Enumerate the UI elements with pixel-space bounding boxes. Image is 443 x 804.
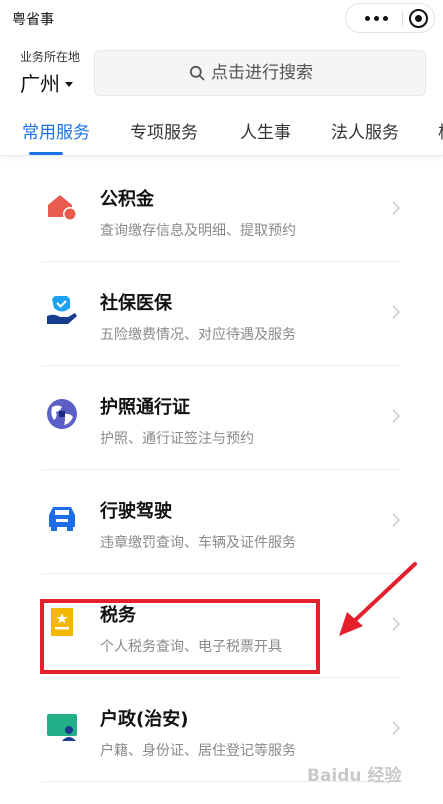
tab-life-events[interactable]: 人生事	[240, 118, 291, 143]
capsule-divider	[402, 11, 403, 26]
service-item-social-security[interactable]: 社保医保 五险缴费情况、对应待遇及服务	[42, 262, 400, 366]
chevron-right-icon	[392, 201, 400, 215]
service-title: 社保医保	[100, 293, 172, 314]
service-item-driving[interactable]: 行驶驾驶 违章缴罚查询、车辆及证件服务	[42, 470, 400, 574]
service-desc: 护照、通行证签注与预约	[100, 431, 254, 447]
service-title: 户政(治安)	[100, 709, 189, 730]
service-title: 行驶驾驶	[100, 501, 172, 522]
house-fund-icon	[48, 195, 77, 221]
top-bar: 粤省事	[0, 0, 443, 38]
service-desc: 违章缴罚查询、车辆及证件服务	[100, 535, 296, 551]
car-icon	[49, 507, 75, 531]
service-item-housing-fund[interactable]: 公积金 查询缴存信息及明细、提取预约	[42, 158, 400, 262]
tab-common-services[interactable]: 常用服务	[22, 118, 90, 143]
tax-highlight-box	[40, 599, 320, 674]
search-input[interactable]	[211, 63, 331, 83]
service-item-passport[interactable]: 护照通行证 护照、通行证签注与预约	[42, 366, 400, 470]
tab-corporate-services[interactable]: 法人服务	[331, 118, 399, 143]
watermark: Baidu 经验	[307, 766, 402, 786]
search-icon	[189, 65, 205, 81]
red-arrow-annotation	[339, 562, 417, 636]
service-list: 公积金 查询缴存信息及明细、提取预约 社保医保 五险缴费情况、对应待遇及服务 护…	[42, 158, 400, 782]
tab-overflow[interactable]: 极	[438, 118, 443, 143]
chevron-right-icon	[392, 305, 400, 319]
service-title: 公积金	[100, 189, 154, 210]
location-city-row[interactable]: 广州	[20, 68, 80, 97]
location-selector[interactable]: 业务所在地 广州	[20, 48, 80, 97]
chevron-right-icon	[392, 409, 400, 423]
service-desc: 五险缴费情况、对应待遇及服务	[100, 327, 296, 343]
passport-globe-icon	[47, 399, 77, 429]
caret-down-icon	[65, 81, 73, 87]
service-desc: 查询缴存信息及明细、提取预约	[100, 223, 296, 239]
app-title: 粤省事	[12, 12, 54, 28]
service-title: 护照通行证	[100, 397, 190, 418]
service-desc: 户籍、身份证、居住登记等服务	[100, 743, 296, 759]
tab-special-services[interactable]: 专项服务	[130, 118, 198, 143]
household-id-icon	[47, 714, 77, 741]
chevron-right-icon	[392, 513, 400, 527]
close-target-icon[interactable]	[409, 9, 428, 28]
active-tab-indicator	[29, 152, 63, 155]
social-security-shield-icon	[47, 296, 77, 324]
more-menu-icon[interactable]	[358, 4, 394, 32]
search-bar[interactable]	[94, 50, 426, 96]
service-tabs: 常用服务 专项服务 人生事 法人服务 极	[0, 106, 443, 156]
location-label: 业务所在地	[20, 50, 81, 64]
mini-program-capsule	[345, 3, 435, 33]
chevron-right-icon	[392, 721, 400, 735]
location-city: 广州	[20, 72, 60, 96]
